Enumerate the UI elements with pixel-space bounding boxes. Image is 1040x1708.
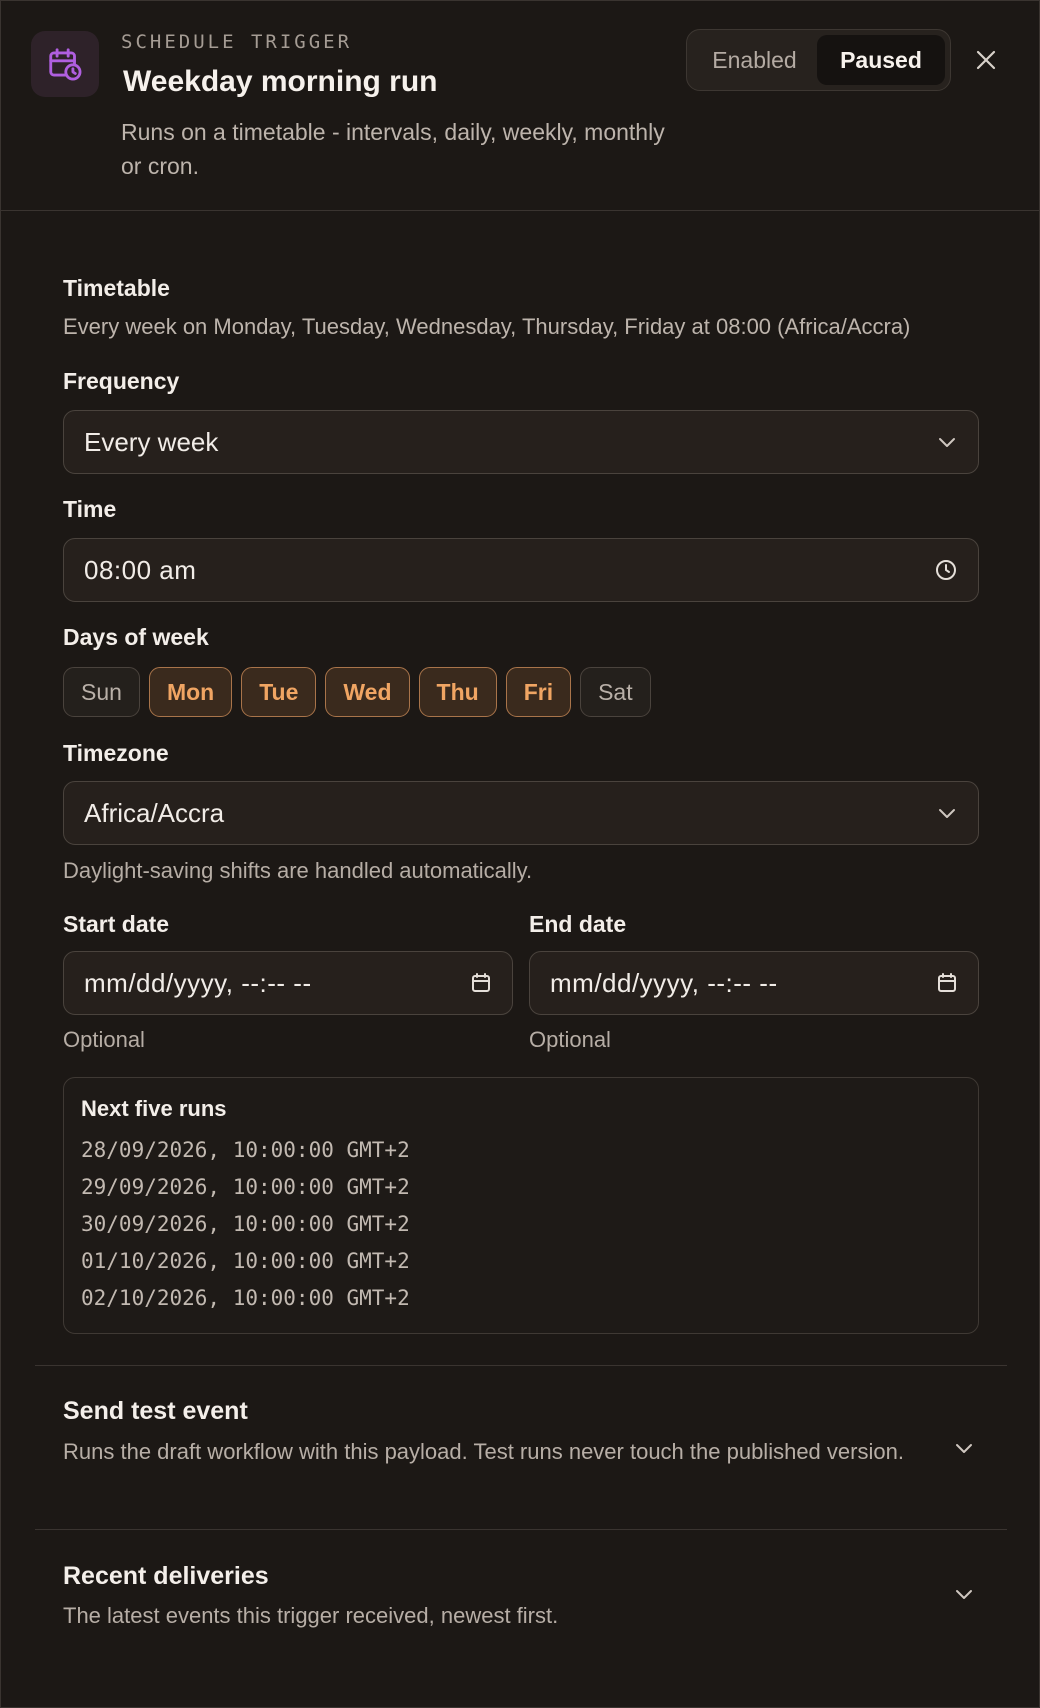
start-date-placeholder: mm/dd/yyyy, --:-- --	[84, 967, 312, 998]
enabled-paused-toggle: Enabled Paused	[686, 29, 951, 91]
timezone-value: Africa/Accra	[84, 797, 225, 828]
clock-icon[interactable]	[934, 558, 958, 582]
day-sat[interactable]: Sat	[580, 667, 651, 717]
enabled-option[interactable]: Enabled	[692, 35, 817, 85]
chevron-down-icon	[936, 802, 958, 824]
trigger-type-label: SCHEDULE TRIGGER	[121, 31, 353, 53]
section-divider	[35, 1365, 1007, 1366]
chevron-down-icon[interactable]	[951, 1581, 977, 1607]
next-runs-title: Next five runs	[81, 1096, 227, 1121]
end-date-placeholder: mm/dd/yyyy, --:-- --	[550, 967, 778, 998]
send-test-event-description: Runs the draft workflow with this payloa…	[63, 1439, 904, 1464]
start-date-label: Start date	[63, 911, 170, 937]
recent-deliveries-title[interactable]: Recent deliveries	[63, 1562, 269, 1591]
section-divider	[35, 1529, 1007, 1530]
next-runs-box: Next five runs 28/09/2026, 10:00:00 GMT+…	[63, 1077, 979, 1334]
start-date-helper: Optional	[63, 1027, 145, 1052]
paused-option[interactable]: Paused	[817, 35, 945, 85]
run-item: 28/09/2026, 10:00:00 GMT+2	[81, 1138, 410, 1162]
days-of-week-label: Days of week	[63, 624, 209, 650]
end-date-helper: Optional	[529, 1027, 611, 1052]
end-date-label: End date	[529, 911, 627, 937]
run-item: 29/09/2026, 10:00:00 GMT+2	[81, 1175, 410, 1199]
start-date-input[interactable]: mm/dd/yyyy, --:-- --	[63, 951, 513, 1015]
day-tue[interactable]: Tue	[241, 667, 317, 717]
panel-header: SCHEDULE TRIGGER Weekday morning run Run…	[1, 1, 1039, 211]
frequency-value: Every week	[84, 426, 219, 457]
trigger-title: Weekday morning run	[123, 65, 438, 98]
trigger-subtitle: Runs on a timetable - intervals, daily, …	[121, 119, 665, 179]
timezone-select[interactable]: Africa/Accra	[63, 781, 979, 845]
time-input[interactable]: 08:00 am	[63, 538, 979, 602]
send-test-event-title[interactable]: Send test event	[63, 1397, 248, 1426]
end-date-input[interactable]: mm/dd/yyyy, --:-- --	[529, 951, 979, 1015]
time-label: Time	[63, 496, 117, 522]
chevron-down-icon	[936, 431, 958, 453]
frequency-select[interactable]: Every week	[63, 410, 979, 474]
day-thu[interactable]: Thu	[418, 667, 497, 717]
timezone-helper: Daylight-saving shifts are handled autom…	[63, 858, 533, 883]
calendar-icon[interactable]	[936, 972, 958, 994]
run-item: 02/10/2026, 10:00:00 GMT+2	[81, 1286, 410, 1310]
calendar-clock-icon	[31, 31, 99, 97]
timezone-label: Timezone	[63, 740, 169, 766]
timetable-summary: Every week on Monday, Tuesday, Wednesday…	[63, 314, 911, 339]
close-icon	[976, 50, 996, 70]
close-button[interactable]	[971, 45, 1001, 75]
day-mon[interactable]: Mon	[148, 667, 233, 717]
time-value: 08:00 am	[84, 554, 197, 585]
day-wed[interactable]: Wed	[325, 667, 410, 717]
frequency-label: Frequency	[63, 368, 180, 394]
days-of-week-selector: Sun Mon Tue Wed Thu Fri Sat	[63, 667, 651, 717]
chevron-down-icon[interactable]	[951, 1435, 977, 1461]
run-item: 01/10/2026, 10:00:00 GMT+2	[81, 1249, 410, 1273]
recent-deliveries-description: The latest events this trigger received,…	[63, 1603, 559, 1628]
day-sun[interactable]: Sun	[63, 667, 140, 717]
schedule-trigger-panel: SCHEDULE TRIGGER Weekday morning run Run…	[0, 0, 1040, 1708]
run-item: 30/09/2026, 10:00:00 GMT+2	[81, 1212, 410, 1236]
calendar-icon[interactable]	[470, 972, 492, 994]
timetable-label: Timetable	[63, 275, 170, 301]
day-fri[interactable]: Fri	[505, 667, 572, 717]
